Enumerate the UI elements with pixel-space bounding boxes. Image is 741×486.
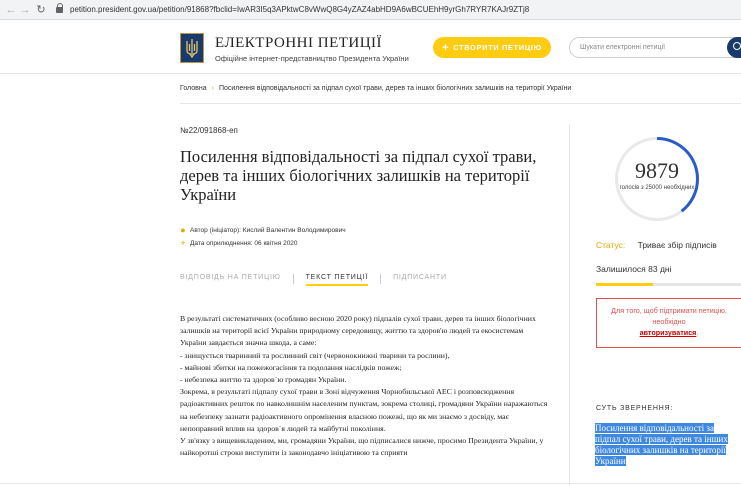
signature-progress-bar bbox=[596, 283, 741, 286]
create-petition-button[interactable]: + СТВОРИТИ ПЕТИЦІЮ bbox=[433, 37, 551, 58]
breadcrumb-home[interactable]: Головна bbox=[180, 85, 207, 92]
tab-text[interactable]: ТЕКСТ ПЕТИЦІЇ bbox=[305, 274, 369, 286]
days-left: Залишилося 83 дні bbox=[596, 264, 672, 274]
tab-signatories[interactable]: ПІДПИСАНТИ bbox=[393, 274, 447, 286]
votes-caption: голосів з 25000 необхідних bbox=[619, 185, 695, 191]
body-paragraph: Зокрема, в результаті підпалу сухої трав… bbox=[180, 387, 548, 433]
plus-icon: + bbox=[180, 238, 186, 248]
petition-body: В результаті систематичних (особливо вес… bbox=[180, 313, 550, 459]
tab-divider bbox=[292, 274, 294, 284]
login-link[interactable]: авторизуватися bbox=[640, 328, 697, 337]
breadcrumb-separator-icon: › bbox=[211, 85, 214, 92]
auth-warning-period: . bbox=[696, 328, 699, 337]
votes-count: 9879 bbox=[635, 158, 679, 183]
petition-author: ● Автор (ініціатор): Кислий Валентин Вол… bbox=[180, 225, 346, 235]
date-text: Дата оприлюднення: 06 квітня 2020 bbox=[190, 239, 298, 247]
address-field[interactable]: petition.president.gov.ua/petition/91868… bbox=[70, 5, 529, 14]
site-subtitle: Офіційне інтернет-представництво Президе… bbox=[215, 54, 409, 63]
petition-date: + Дата оприлюднення: 06 квітня 2020 bbox=[180, 238, 298, 248]
status-label: Статус: bbox=[596, 240, 626, 250]
essence-text: Посилення відповідальності за підпал сух… bbox=[595, 423, 741, 467]
trident-logo-icon[interactable] bbox=[180, 33, 204, 63]
create-petition-label: СТВОРИТИ ПЕТИЦІЮ bbox=[453, 43, 542, 52]
tab-answer[interactable]: ВІДПОВІДЬ НА ПЕТИЦІЮ bbox=[180, 274, 281, 286]
bottom-divider bbox=[0, 483, 741, 484]
breadcrumb-divider bbox=[180, 103, 741, 104]
body-paragraph: - майнові збитки на пожежогасіння та под… bbox=[180, 362, 402, 372]
site-title[interactable]: ЕЛЕКТРОННІ ПЕТИЦІЇ bbox=[215, 35, 382, 52]
sidebar-divider bbox=[569, 124, 570, 486]
essence-label: СУТЬ ЗВЕРНЕННЯ: bbox=[596, 405, 674, 412]
auth-warning: Для того, щоб підтримати петицію, необхі… bbox=[596, 298, 741, 348]
forward-arrow-icon[interactable]: → bbox=[18, 4, 32, 16]
site-header: ЕЛЕКТРОННІ ПЕТИЦІЇ Офіційне інтернет-пре… bbox=[0, 21, 741, 73]
body-paragraph: - небезпека життю та здоров`ю громадян У… bbox=[180, 375, 347, 385]
body-paragraph: В результаті систематичних (особливо вес… bbox=[180, 314, 536, 348]
search-icon[interactable] bbox=[727, 37, 741, 58]
lock-icon[interactable] bbox=[56, 2, 64, 14]
body-paragraph: У зв'язку з вищевикладеним, ми, громадян… bbox=[180, 436, 544, 458]
header-divider bbox=[0, 73, 741, 74]
browser-url-bar: ← → ↻ petition.president.gov.ua/petition… bbox=[0, 0, 741, 20]
back-arrow-icon[interactable]: ← bbox=[4, 4, 18, 16]
petition-title: Посилення відповідальності за підпал сух… bbox=[180, 147, 537, 204]
body-paragraph: - знищується тваринний та рослинний світ… bbox=[180, 350, 450, 360]
progress-fill bbox=[596, 283, 654, 286]
status-row: Статус: Триває збір підписів bbox=[596, 240, 717, 250]
petition-tabs: ВІДПОВІДЬ НА ПЕТИЦІЮ ТЕКСТ ПЕТИЦІЇ ПІДПИ… bbox=[180, 274, 447, 286]
plus-icon: + bbox=[442, 41, 450, 54]
petition-number: №22/091868-еп bbox=[180, 126, 238, 135]
essence-selected-text: Посилення відповідальності за підпал сух… bbox=[595, 423, 728, 466]
status-value: Триває збір підписів bbox=[637, 240, 717, 250]
breadcrumb-current: Посилення відповідальності за підпал сух… bbox=[218, 85, 572, 92]
breadcrumb: Головна › Посилення відповідальності за пі… bbox=[180, 85, 571, 92]
reload-icon[interactable]: ↻ bbox=[34, 3, 48, 16]
tab-divider bbox=[380, 274, 382, 284]
author-text: Автор (ініціатор): Кислий Валентин Волод… bbox=[190, 226, 346, 234]
person-icon: ● bbox=[180, 225, 186, 235]
auth-warning-text: Для того, щоб підтримати петицію, необхі… bbox=[611, 306, 727, 326]
search-input[interactable]: Шукати електронні петиції bbox=[569, 37, 741, 58]
